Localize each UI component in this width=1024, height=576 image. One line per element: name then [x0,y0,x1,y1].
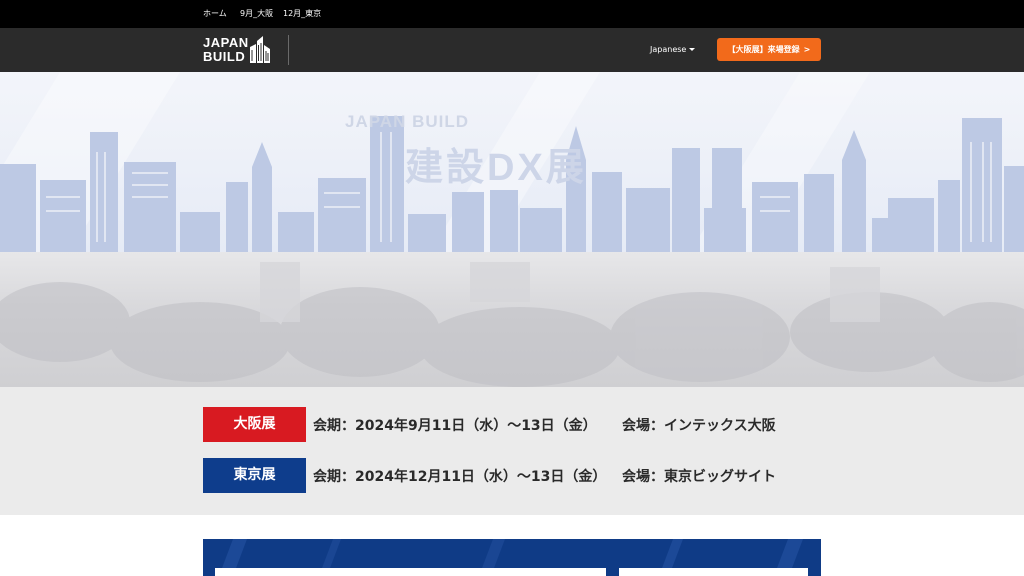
schedule-row-tokyo: 東京展 会期：2024年12月11日（水）～13日（金） 会場：東京ビッグサイト [203,458,843,493]
logo-line-build: BUILD [203,49,246,64]
header-divider [288,35,289,65]
language-label: Japanese [650,45,687,54]
feature-card-right[interactable] [619,568,808,576]
caret-down-icon [689,48,696,51]
hero-banner: JAPAN BUILD 建設DX展 [0,72,1024,387]
logo-text: JAPAN BUILD [203,36,249,64]
chevron-right-icon: > [803,45,811,54]
osaka-register-button[interactable]: 【大阪展】来場登録 > [717,38,821,61]
osaka-dates: 会期：2024年9月11日（水）～13日（金） [313,418,597,434]
osaka-badge: 大阪展 [203,407,306,442]
japan-build-logo[interactable]: JAPAN BUILD [203,35,273,65]
tokyo-dates: 会期：2024年12月11日（水）～13日（金） [313,469,607,485]
nav-link-september-osaka[interactable]: 9月_大阪 [240,8,273,19]
tokyo-badge: 東京展 [203,458,306,493]
blue-feature-banner [203,539,821,576]
feature-card-left[interactable] [215,568,606,576]
event-schedule-section: 大阪展 会期：2024年9月11日（水）～13日（金） 会場：インテックス大阪 … [0,387,1024,515]
nav-link-december-tokyo[interactable]: 12月_東京 [283,8,321,19]
language-selector[interactable]: Japanese [650,45,696,54]
schedule-row-osaka: 大阪展 会期：2024年9月11日（水）～13日（金） 会場：インテックス大阪 [203,407,843,442]
top-navigation-bar: ホーム 9月_大阪 12月_東京 [0,0,1024,28]
tokyo-venue: 会場：東京ビッグサイト [622,469,776,485]
logo-line-japan: JAPAN [203,35,249,50]
hero-watermark-title: 建設DX展 [405,147,587,189]
city-skyline-illustration [0,72,1024,387]
osaka-venue: 会場：インテックス大阪 [622,418,776,434]
site-header: JAPAN BUILD Japanese 【大阪展】来場登録 > [0,28,1024,72]
register-button-label: 【大阪展】来場登録 [727,45,800,54]
nav-link-home[interactable]: ホーム [203,8,227,19]
building-logo-icon [250,36,270,63]
hero-watermark-brand: JAPAN BUILD [345,112,470,131]
